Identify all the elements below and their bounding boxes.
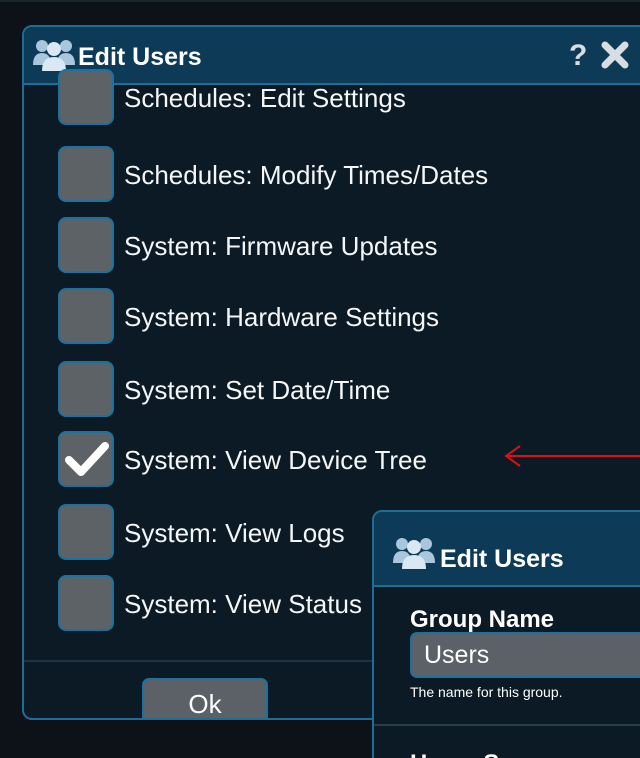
permission-label: Schedules: Modify Times/Dates [124, 160, 489, 190]
dialog-title: Edit Users [78, 43, 202, 71]
permission-checkbox[interactable] [58, 504, 114, 560]
permission-checkbox[interactable] [58, 575, 114, 631]
permission-checkbox[interactable] [58, 146, 114, 202]
permission-checkbox[interactable] [58, 431, 114, 487]
permission-label: System: Hardware Settings [124, 302, 440, 332]
permission-checkbox[interactable] [58, 217, 114, 273]
permission-label: System: Set Date/Time [124, 375, 391, 405]
permission-label: Schedules: Edit Settings [124, 83, 406, 113]
close-icon[interactable] [600, 40, 630, 70]
section-divider [374, 724, 640, 726]
group-name-input[interactable]: Users [410, 632, 640, 678]
bg-divider [0, 0, 640, 2]
edit-users-dialog-secondary: Edit Users Group Name Users The name for… [372, 510, 640, 758]
checkmark-icon [65, 442, 109, 476]
group-name-help-text: The name for this group. [410, 684, 563, 700]
red-arrow-left-icon [504, 445, 640, 467]
group-name-label: Group Name [410, 606, 555, 633]
permission-label: System: View Device Tree [124, 445, 427, 475]
permission-label: System: View Status [124, 589, 362, 619]
ok-button[interactable]: Ok [142, 678, 268, 718]
dialog-title-bar: Edit Users [374, 512, 640, 587]
permission-checkbox[interactable] [58, 361, 114, 417]
home-screen-label: Home Screen [410, 750, 563, 758]
permission-label: System: Firmware Updates [124, 231, 438, 261]
dialog-title: Edit Users [440, 545, 564, 573]
help-button[interactable]: ? [569, 39, 587, 73]
permission-label: System: View Logs [124, 518, 345, 548]
screenshot-stage: Edit Users ? Schedules: Edit Settings Sc… [0, 0, 640, 758]
permission-checkbox[interactable] [58, 69, 114, 125]
users-group-icon [393, 538, 435, 569]
permission-checkbox[interactable] [58, 288, 114, 344]
dialog-title-bar: Edit Users ? [24, 27, 640, 85]
